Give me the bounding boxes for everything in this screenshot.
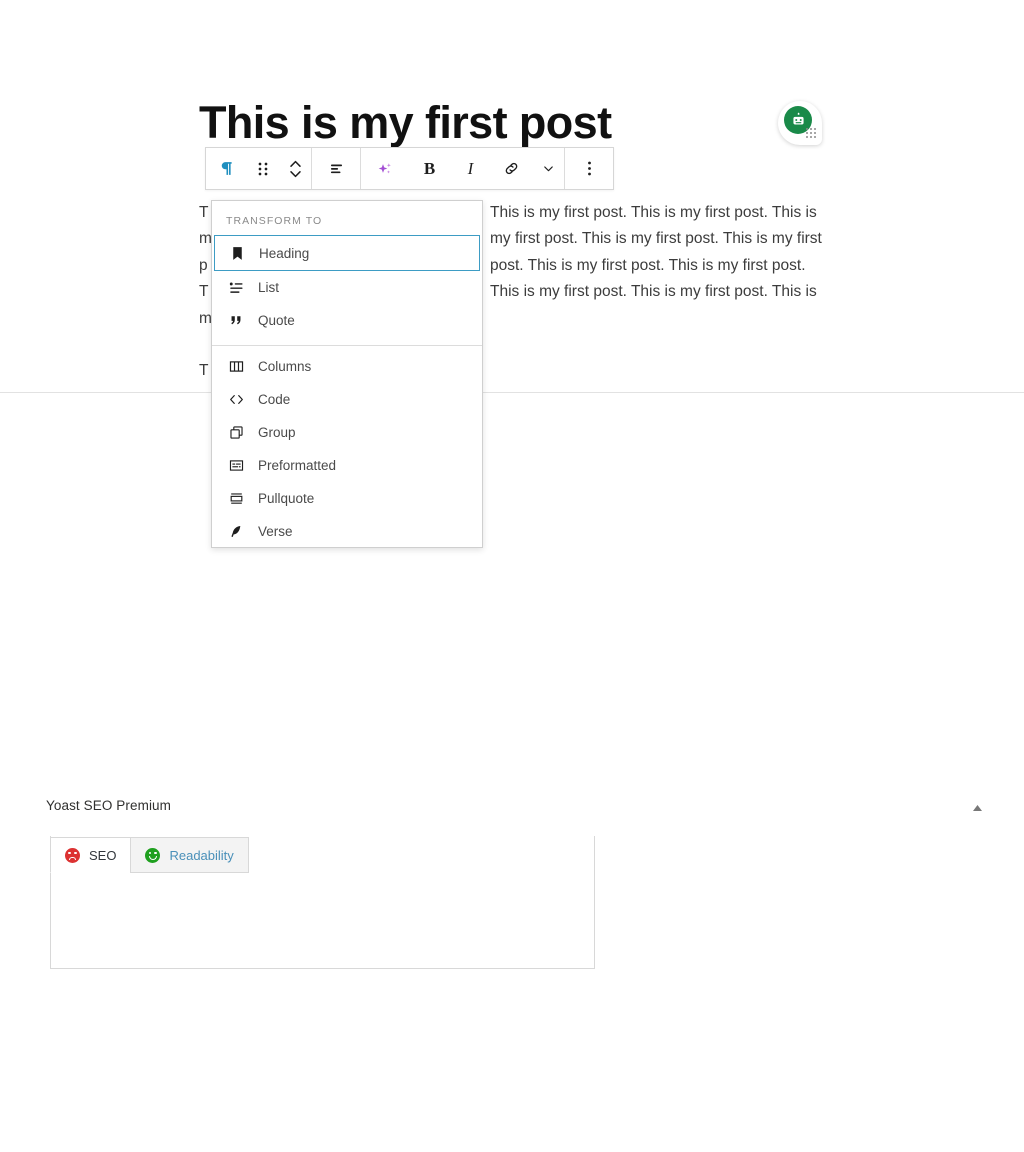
menu-item-label: List [258, 280, 280, 295]
menu-item-list[interactable]: List [212, 271, 482, 304]
heading-icon [225, 241, 249, 265]
seo-status-bad-icon [65, 847, 80, 863]
yoast-ai-assistant-button[interactable] [778, 101, 822, 145]
tab-label: Readability [169, 847, 234, 863]
menu-item-label: Group [258, 425, 296, 440]
yoast-collapse-chevron-up-icon[interactable] [968, 799, 986, 817]
menu-item-label: Quote [258, 313, 295, 328]
paragraph-block-type-button[interactable] [206, 148, 247, 189]
menu-item-pullquote[interactable]: Pullquote [212, 482, 482, 515]
menu-item-label: Preformatted [258, 458, 337, 473]
tab-label: SEO [89, 847, 117, 863]
transform-secondary-section: Columns Code Group Preformatted Pullquot… [212, 350, 482, 547]
toolbar-group-format: B I [361, 148, 564, 189]
menu-item-code[interactable]: Code [212, 383, 482, 416]
more-rich-text-chevron-down-icon[interactable] [532, 148, 564, 189]
menu-item-label: Verse [258, 524, 293, 539]
italic-label: I [467, 158, 474, 178]
drag-handle-icon[interactable] [247, 148, 279, 189]
menu-item-label: Heading [259, 245, 310, 261]
menu-item-preformatted[interactable]: Preformatted [212, 449, 482, 482]
menu-item-label: Columns [258, 359, 312, 374]
menu-item-columns[interactable]: Columns [212, 350, 482, 383]
ai-badge-dots-icon [806, 128, 817, 139]
menu-item-quote[interactable]: Quote [212, 304, 482, 337]
code-icon [224, 388, 248, 412]
bold-button[interactable]: B [409, 148, 450, 189]
readability-status-good-icon [145, 847, 161, 863]
group-icon [224, 421, 248, 445]
align-text-button[interactable] [312, 148, 360, 189]
yoast-seo-panel: Yoast SEO Premium Focus keyphrase ? Get … [0, 392, 1024, 969]
yoast-panel-title: Yoast SEO Premium [46, 798, 171, 813]
pullquote-icon [224, 487, 248, 511]
yoast-tabs: SEO Readability [50, 837, 249, 873]
menu-item-label: Code [258, 392, 291, 407]
transform-primary-section: Heading List Quote [212, 235, 482, 343]
ai-sparkle-icon[interactable] [361, 148, 409, 189]
columns-icon [224, 355, 248, 379]
toolbar-group-block [206, 148, 311, 189]
page-title[interactable]: This is my first post [199, 98, 819, 148]
tab-readability[interactable]: Readability [130, 837, 249, 873]
tab-seo[interactable]: SEO [50, 837, 132, 873]
transform-to-menu: Transform to Heading [211, 200, 483, 548]
options-kebab-icon[interactable] [565, 148, 613, 189]
list-icon [224, 276, 248, 300]
menu-divider [212, 345, 482, 346]
menu-item-heading[interactable]: Heading [214, 235, 480, 271]
quote-icon [224, 309, 248, 333]
move-up-down-button[interactable] [279, 148, 311, 189]
italic-button[interactable]: I [450, 148, 491, 189]
paragraph-block[interactable]: This is my first post. This is my first … [490, 200, 830, 306]
bold-label: B [423, 158, 436, 178]
verse-icon [224, 520, 248, 544]
toolbar-group-options [565, 148, 613, 189]
transform-to-label: Transform to [226, 215, 323, 227]
menu-item-label: Pullquote [258, 491, 315, 506]
link-icon[interactable] [491, 148, 532, 189]
toolbar-group-align [312, 148, 360, 189]
menu-item-verse[interactable]: Verse [212, 515, 482, 547]
preformatted-icon [224, 454, 248, 478]
block-toolbar: B I [205, 147, 614, 190]
menu-item-group[interactable]: Group [212, 416, 482, 449]
editor-canvas: This is my first post T m p T m T This i… [0, 0, 1024, 548]
